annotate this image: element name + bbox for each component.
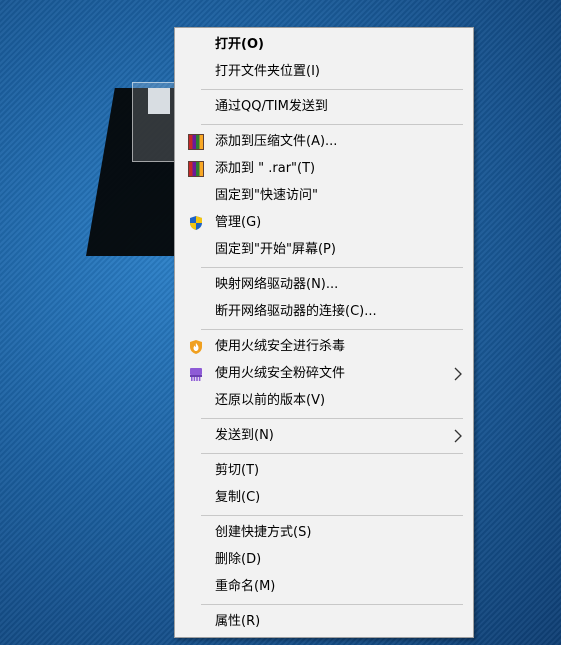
menu-item-label: 属性(R) <box>215 614 261 629</box>
menu-item-label: 重命名(M) <box>215 579 276 594</box>
winrar-icon <box>188 134 204 150</box>
menu-item-huorong-scan[interactable]: 使用火绒安全进行杀毒 <box>175 334 473 360</box>
menu-item-create-shortcut[interactable]: 创建快捷方式(S) <box>175 520 473 546</box>
desktop-icon-image <box>148 88 170 114</box>
chevron-right-icon <box>453 429 463 443</box>
menu-item-label: 添加到压缩文件(A)... <box>215 134 338 149</box>
menu-item-delete[interactable]: 删除(D) <box>175 547 473 573</box>
menu-item-label: 管理(G) <box>215 215 262 230</box>
menu-item-label: 打开文件夹位置(I) <box>215 64 320 79</box>
menu-item-label: 打开(O) <box>215 37 264 52</box>
menu-item-label: 固定到"快速访问" <box>215 188 318 203</box>
menu-item-copy[interactable]: 复制(C) <box>175 485 473 511</box>
menu-item-label: 映射网络驱动器(N)... <box>215 277 339 292</box>
menu-item-cut[interactable]: 剪切(T) <box>175 458 473 484</box>
menu-separator <box>201 89 463 90</box>
menu-item-label: 复制(C) <box>215 490 261 505</box>
menu-item-label: 删除(D) <box>215 552 262 567</box>
shredder-icon <box>188 366 204 382</box>
menu-item-add-to-rar[interactable]: 添加到 " .rar"(T) <box>175 156 473 182</box>
menu-separator <box>201 453 463 454</box>
menu-separator <box>201 418 463 419</box>
menu-item-add-to-archive[interactable]: 添加到压缩文件(A)... <box>175 129 473 155</box>
menu-item-send-to[interactable]: 发送到(N) <box>175 423 473 449</box>
menu-item-label: 还原以前的版本(V) <box>215 393 326 408</box>
menu-item-pin-quick-access[interactable]: 固定到"快速访问" <box>175 183 473 209</box>
menu-item-open-file-location[interactable]: 打开文件夹位置(I) <box>175 59 473 85</box>
menu-item-rename[interactable]: 重命名(M) <box>175 574 473 600</box>
menu-item-send-via-qq-tim[interactable]: 通过QQ/TIM发送到 <box>175 94 473 120</box>
menu-item-label: 发送到(N) <box>215 428 274 443</box>
menu-separator <box>201 124 463 125</box>
menu-item-properties[interactable]: 属性(R) <box>175 609 473 635</box>
menu-item-restore-previous-versions[interactable]: 还原以前的版本(V) <box>175 388 473 414</box>
menu-separator <box>201 267 463 268</box>
menu-item-label: 创建快捷方式(S) <box>215 525 312 540</box>
menu-item-label: 通过QQ/TIM发送到 <box>215 99 328 114</box>
menu-item-huorong-shred[interactable]: 使用火绒安全粉碎文件 <box>175 361 473 387</box>
menu-separator <box>201 515 463 516</box>
menu-separator <box>201 604 463 605</box>
menu-item-label: 固定到"开始"屏幕(P) <box>215 242 336 257</box>
menu-item-label: 添加到 " .rar"(T) <box>215 161 316 176</box>
menu-item-label: 断开网络驱动器的连接(C)... <box>215 304 377 319</box>
context-menu: 打开(O) 打开文件夹位置(I) 通过QQ/TIM发送到 添加到压缩文件(A).… <box>174 27 474 638</box>
menu-item-label: 使用火绒安全粉碎文件 <box>215 366 346 381</box>
menu-item-label: 剪切(T) <box>215 463 260 478</box>
menu-separator <box>201 329 463 330</box>
menu-item-disconnect-network-drive[interactable]: 断开网络驱动器的连接(C)... <box>175 299 473 325</box>
menu-item-manage[interactable]: 管理(G) <box>175 210 473 236</box>
huorong-shield-icon <box>188 339 204 355</box>
menu-item-pin-start[interactable]: 固定到"开始"屏幕(P) <box>175 237 473 263</box>
uac-shield-icon <box>188 215 204 231</box>
winrar-icon <box>188 161 204 177</box>
chevron-right-icon <box>453 367 463 381</box>
menu-item-label: 使用火绒安全进行杀毒 <box>215 339 346 354</box>
menu-item-open[interactable]: 打开(O) <box>175 32 473 58</box>
menu-item-map-network-drive[interactable]: 映射网络驱动器(N)... <box>175 272 473 298</box>
